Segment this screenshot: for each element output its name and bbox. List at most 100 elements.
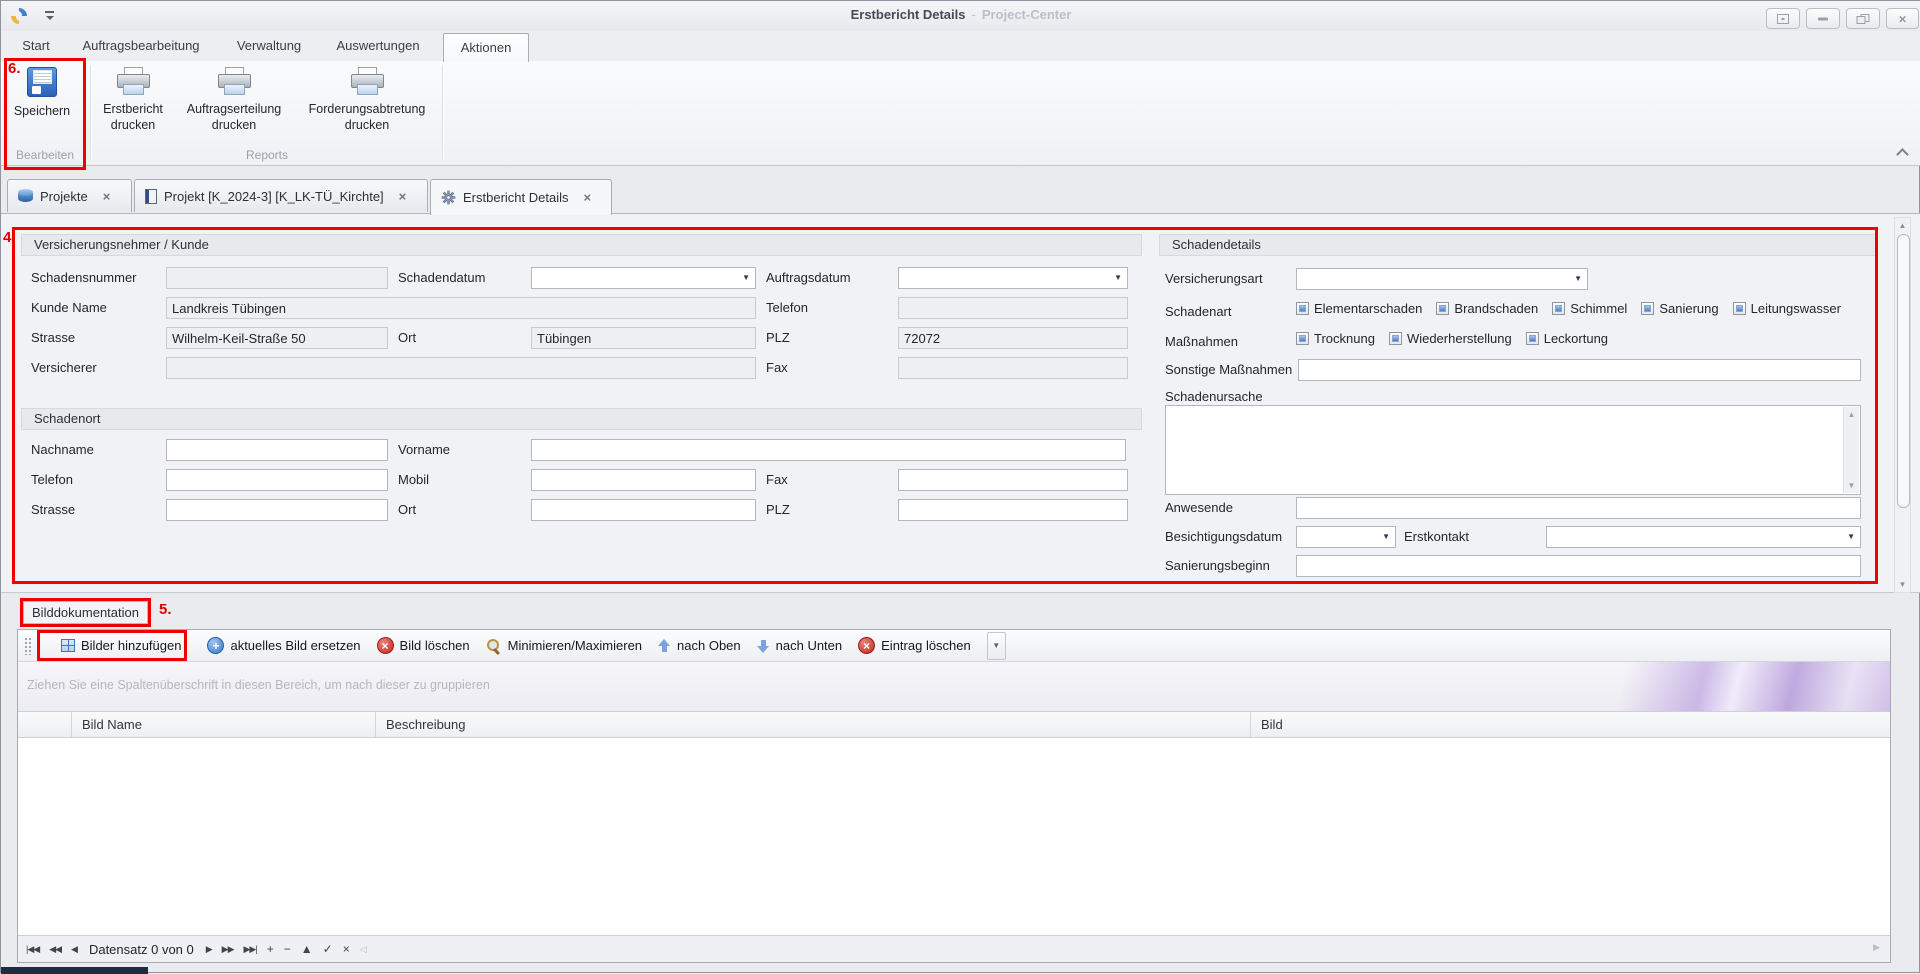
ribbon-tab-auswertungen[interactable]: Auswertungen [323, 32, 433, 60]
ribbon-tab-start[interactable]: Start [11, 32, 61, 60]
close-tab-icon[interactable]: × [583, 190, 591, 205]
bilddokumentation-tab[interactable]: Bilddokumentation [23, 601, 148, 624]
fax-input[interactable] [898, 357, 1128, 379]
doc-tab-label: Projekt [K_2024-3] [K_LK-TÜ_Kirchte] [164, 189, 384, 204]
besichtigungsdatum-combo[interactable]: ▼ [1296, 526, 1396, 548]
nav-last-button[interactable]: ▶▶| [244, 944, 257, 955]
collapse-ribbon-button[interactable] [1897, 147, 1909, 157]
schadenursache-textarea[interactable]: ▲ ▼ [1165, 405, 1861, 495]
fullscreen-button[interactable] [1766, 8, 1800, 29]
textarea-scrollbar[interactable]: ▲ ▼ [1843, 407, 1859, 493]
minimize-button[interactable] [1806, 8, 1840, 29]
schadenort-ort-input[interactable] [531, 499, 756, 521]
scroll-down-icon[interactable]: ▼ [1895, 580, 1910, 589]
toolbar-button-label: Eintrag löschen [881, 638, 971, 653]
close-tab-icon[interactable]: × [399, 189, 407, 204]
ribbon-tab-aktionen[interactable]: Aktionen [443, 33, 529, 62]
eintrag-loeschen-button[interactable]: Eintrag löschen [858, 637, 971, 654]
form-vertical-scrollbar[interactable]: ▲ ▼ [1894, 217, 1911, 593]
column-header-bild-name[interactable]: Bild Name [72, 712, 376, 737]
group-separator [90, 65, 92, 159]
scrollbar-thumb[interactable] [1897, 234, 1910, 508]
nach-oben-button[interactable]: nach Oben [658, 638, 741, 653]
ort-input[interactable] [531, 327, 756, 349]
speichern-button[interactable]: Speichern [9, 65, 75, 157]
dropdown-arrow-icon: ▼ [1574, 274, 1582, 283]
plz-input[interactable] [898, 327, 1128, 349]
minimieren-maximieren-button[interactable]: Minimieren/Maximieren [486, 638, 642, 654]
anwesende-input[interactable] [1296, 497, 1861, 519]
nav-prev-page-button[interactable]: ◀◀ [49, 944, 61, 955]
group-header-schadendetails: Schadendetails [1159, 234, 1878, 256]
nav-post-button[interactable]: ✓ [323, 942, 333, 956]
bild-loeschen-button[interactable]: Bild löschen [377, 637, 470, 654]
ribbon-tab-verwaltung[interactable]: Verwaltung [225, 32, 313, 60]
bilder-hinzufuegen-button[interactable]: Bilder hinzufügen [61, 638, 181, 653]
checkbox-elementarschaden[interactable]: Elementarschaden [1296, 301, 1422, 316]
nach-unten-button[interactable]: nach Unten [757, 638, 843, 653]
annotation-number-4: 4. [3, 229, 16, 246]
telefon-input[interactable] [898, 297, 1128, 319]
checkbox-leckortung[interactable]: Leckortung [1526, 331, 1608, 346]
nav-cancel-button[interactable]: × [343, 942, 350, 956]
schadendatum-combo[interactable]: ▼ [531, 267, 756, 289]
forderungsabtretung-drucken-button[interactable]: Forderungsabtretung drucken [297, 65, 437, 157]
nav-first-button[interactable]: |◀◀ [26, 944, 39, 955]
nav-prev-button[interactable]: ◀ [71, 944, 77, 955]
checkbox-sanierung[interactable]: Sanierung [1641, 301, 1718, 316]
toolbar-button-label: nach Oben [677, 638, 741, 653]
versicherer-input[interactable] [166, 357, 756, 379]
doc-tab-erstbericht-details[interactable]: Erstbericht Details × [430, 179, 612, 215]
doc-tab-projekte[interactable]: Projekte × [7, 179, 132, 212]
delete-circle-icon [377, 637, 394, 654]
scroll-up-icon[interactable]: ▲ [1844, 410, 1859, 419]
nachname-input[interactable] [166, 439, 388, 461]
auftragserteilung-drucken-button[interactable]: Auftragserteilung drucken [179, 65, 289, 157]
erstkontakt-combo[interactable]: ▼ [1546, 526, 1861, 548]
grid-empty-body[interactable] [18, 738, 1890, 935]
restore-button[interactable] [1846, 8, 1880, 29]
checkbox-label: Brandschaden [1454, 301, 1538, 316]
checkbox-wiederherstellung[interactable]: Wiederherstellung [1389, 331, 1512, 346]
schadenort-plz-input[interactable] [898, 499, 1128, 521]
nav-edit-button[interactable]: ▲ [301, 942, 313, 956]
checkbox-leitungswasser[interactable]: Leitungswasser [1733, 301, 1841, 316]
sonstige-massnahmen-input[interactable] [1298, 359, 1861, 381]
dropdown-arrow-icon: ▼ [1114, 273, 1122, 282]
vorname-input[interactable] [531, 439, 1126, 461]
close-tab-icon[interactable]: × [103, 189, 111, 204]
versicherungsart-combo[interactable]: ▼ [1296, 268, 1588, 290]
schadenort-strasse-input[interactable] [166, 499, 388, 521]
scroll-down-icon[interactable]: ▼ [1844, 481, 1859, 490]
column-header-bild[interactable]: Bild [1251, 712, 1890, 737]
auftragsdatum-combo[interactable]: ▼ [898, 267, 1128, 289]
toolbar-overflow-button[interactable]: ▼ [987, 632, 1006, 660]
nav-scroll-left-icon[interactable]: ◁ [360, 944, 366, 955]
scroll-up-icon[interactable]: ▲ [1895, 221, 1910, 230]
ribbon-tab-auftragsbearbeitung[interactable]: Auftragsbearbeitung [67, 32, 215, 60]
strasse-input[interactable] [166, 327, 388, 349]
schadenort-telefon-input[interactable] [166, 469, 388, 491]
checkbox-brandschaden[interactable]: Brandschaden [1436, 301, 1538, 316]
nav-next-page-button[interactable]: ▶▶ [222, 944, 234, 955]
schadenort-plz-label: PLZ [766, 502, 790, 517]
checkbox-trocknung[interactable]: Trocknung [1296, 331, 1375, 346]
nav-delete-button[interactable]: − [284, 942, 291, 956]
toolbar-drag-handle[interactable] [24, 637, 31, 655]
schadenort-fax-input[interactable] [898, 469, 1128, 491]
schadensnummer-input[interactable] [166, 267, 388, 289]
dropdown-arrow-icon: ▼ [1382, 532, 1390, 541]
nav-scroll-right-icon[interactable]: ▶ [1873, 942, 1880, 953]
mobil-input[interactable] [531, 469, 756, 491]
bild-ersetzen-button[interactable]: aktuelles Bild ersetzen [207, 637, 360, 654]
column-header-beschreibung[interactable]: Beschreibung [376, 712, 1251, 737]
nav-append-button[interactable]: + [267, 942, 274, 956]
doc-tab-projekt[interactable]: Projekt [K_2024-3] [K_LK-TÜ_Kirchte] × [134, 179, 428, 212]
erstbericht-drucken-button[interactable]: Erstbericht drucken [93, 65, 173, 157]
checkbox-icon [1733, 302, 1746, 315]
nav-next-button[interactable]: ▶ [206, 944, 212, 955]
close-button[interactable]: × [1886, 8, 1919, 29]
kunde-name-input[interactable] [166, 297, 756, 319]
sanierungsbeginn-input[interactable] [1296, 555, 1861, 577]
checkbox-schimmel[interactable]: Schimmel [1552, 301, 1627, 316]
